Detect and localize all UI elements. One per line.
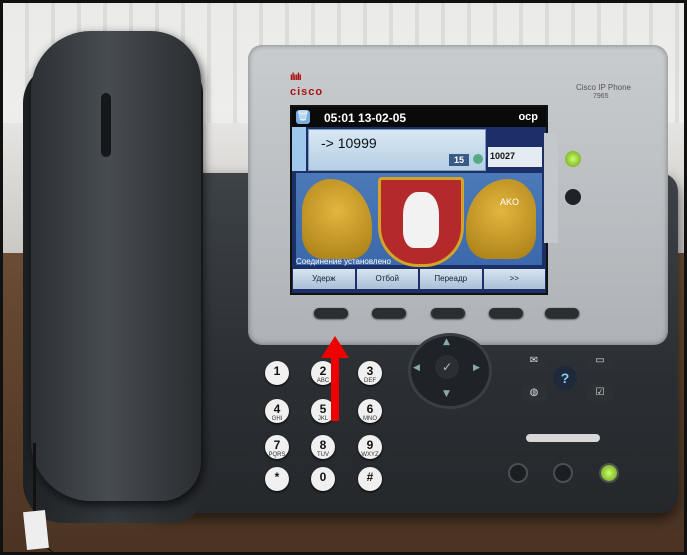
- model-number: 7965: [593, 93, 609, 100]
- key-digit: 8: [319, 438, 327, 452]
- softkey-button-2[interactable]: [372, 308, 406, 318]
- keypad-key-9[interactable]: 9 WXYZ: [358, 435, 382, 459]
- mute-icon[interactable]: [553, 463, 573, 483]
- nav-left-icon[interactable]: ◀: [413, 363, 420, 373]
- line-button-label[interactable]: 10027: [488, 147, 542, 167]
- active-call-panel: -> 10999 15: [308, 129, 486, 171]
- key-digit: *: [274, 470, 280, 484]
- key-letters: MNO: [363, 416, 377, 422]
- handset-hook-slot: [101, 93, 111, 157]
- key-digit: #: [366, 470, 374, 484]
- heraldic-beast-image: [403, 192, 439, 248]
- key-digit: 5: [319, 402, 327, 416]
- softkey-button-4[interactable]: [489, 308, 523, 318]
- nav-up-icon[interactable]: ▲: [443, 337, 450, 347]
- nav-right-icon[interactable]: ▶: [473, 363, 480, 373]
- nav-down-icon[interactable]: ▼: [443, 389, 450, 399]
- key-letters: WXYZ: [361, 452, 379, 458]
- time-date: 05:01 13-02-05: [324, 111, 407, 125]
- key-digit: 7: [273, 438, 281, 452]
- key-digit: 3: [366, 364, 374, 378]
- volume-rocker[interactable]: [526, 434, 600, 442]
- annotation-arrow: [331, 355, 339, 421]
- screen-header: 🗑 05:01 13-02-05 ocp: [292, 107, 546, 127]
- settings-icon[interactable]: ☑: [587, 385, 613, 401]
- keypad-key-7[interactable]: 7 PQRS: [265, 435, 289, 459]
- softkey-more[interactable]: >>: [483, 269, 545, 289]
- call-status-icon: [473, 154, 483, 164]
- keypad-key-6[interactable]: 6 MNO: [358, 399, 382, 423]
- call-status-line: Соединение установлено: [296, 257, 391, 266]
- services-icon[interactable]: ◍: [521, 385, 547, 401]
- key-letters: DEF: [364, 378, 376, 384]
- messages-icon[interactable]: ✉: [521, 353, 547, 369]
- griffin-left-image: [302, 179, 372, 259]
- griffin-right-image: [466, 179, 536, 259]
- keypad-key-8[interactable]: 8 TUV: [311, 435, 335, 459]
- cisco-logo-icon: ılıılı: [290, 72, 302, 83]
- key-letters: GHI: [271, 416, 283, 422]
- softkey-button-3[interactable]: [431, 308, 465, 318]
- handset-cord: [33, 443, 156, 552]
- shield-image: [378, 177, 464, 267]
- key-digit: 1: [273, 364, 281, 378]
- handset[interactable]: [31, 31, 201, 501]
- trash-icon: 🗑: [296, 110, 310, 124]
- side-line-label: AKO: [500, 197, 520, 207]
- softkey-bar: Удерж Отбой Переадр >>: [292, 269, 546, 289]
- key-digit: 6: [366, 402, 374, 416]
- brand-logo-text: cisco: [290, 86, 324, 98]
- line-indicator: [292, 127, 306, 171]
- headset-icon[interactable]: [508, 463, 528, 483]
- softkey-button-5[interactable]: [545, 308, 579, 318]
- paper-note: [23, 509, 49, 551]
- key-digit: 0: [319, 470, 327, 484]
- keypad-key-4[interactable]: 4 GHI: [265, 399, 289, 423]
- keypad-key-hash[interactable]: #: [358, 467, 382, 491]
- line-1-led-button[interactable]: [565, 151, 581, 167]
- speaker-icon[interactable]: [599, 463, 619, 483]
- keypad-key-1[interactable]: 1: [265, 361, 289, 385]
- key-digit: 2: [319, 364, 327, 378]
- wallpaper-coat-of-arms: [296, 173, 542, 267]
- keypad-key-0[interactable]: 0: [311, 467, 335, 491]
- help-icon[interactable]: ?: [553, 366, 577, 390]
- key-digit: 9: [366, 438, 374, 452]
- phone-screen: 🗑 05:01 13-02-05 ocp -> 10999 15 10027 A…: [290, 105, 548, 295]
- softkey-button-1[interactable]: [314, 308, 348, 318]
- model-label: Cisco IP Phone: [576, 83, 631, 92]
- call-timer: 15: [448, 154, 469, 166]
- softkey-hold[interactable]: Удерж: [293, 269, 355, 289]
- key-letters: PQRS: [268, 452, 286, 458]
- dialed-number: -> 10999: [321, 135, 377, 151]
- line-button-rail: [544, 133, 558, 243]
- softkey-end-call[interactable]: Отбой: [356, 269, 418, 289]
- status-label: ocp: [518, 111, 538, 123]
- line-2-button[interactable]: [565, 189, 581, 205]
- key-digit: 4: [273, 402, 281, 416]
- keypad-key-star[interactable]: *: [265, 467, 289, 491]
- navigation-select-icon[interactable]: ✓: [435, 355, 459, 379]
- key-letters: TUV: [317, 452, 329, 458]
- photo-frame: ılıılı cisco Cisco IP Phone 7965 🗑 05:01…: [0, 0, 687, 555]
- directories-icon[interactable]: ▭: [587, 353, 613, 369]
- keypad-key-3[interactable]: 3 DEF: [358, 361, 382, 385]
- softkey-transfer[interactable]: Переадр: [420, 269, 482, 289]
